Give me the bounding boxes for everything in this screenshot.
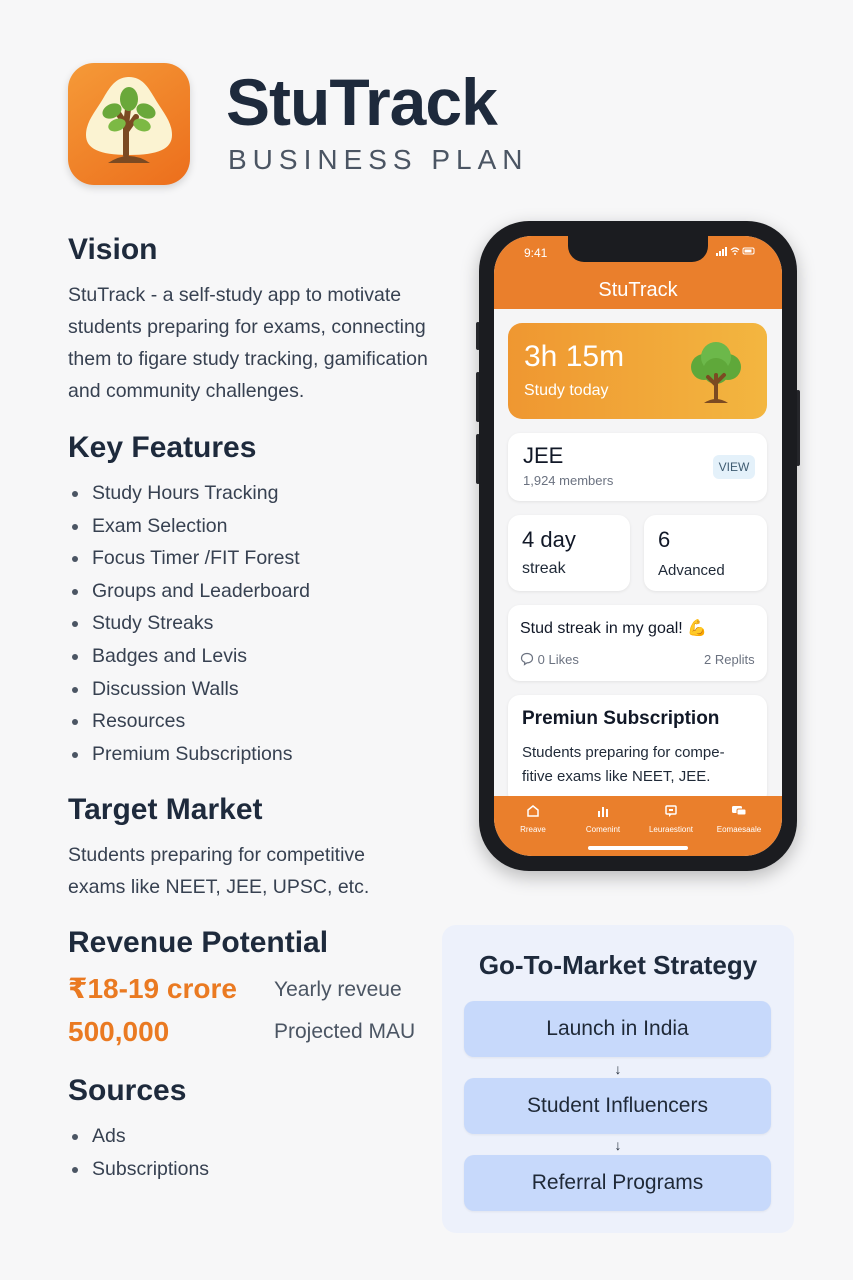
list-item: Study Streaks xyxy=(68,607,310,640)
phone-notch xyxy=(568,236,708,262)
target-line: Students preparing for competitive xyxy=(68,844,365,866)
list-item: Subscriptions xyxy=(68,1153,209,1186)
list-item: Badges and Levis xyxy=(68,640,310,673)
chat-icon xyxy=(706,804,772,821)
gtm-step-referral: Referral Programs xyxy=(464,1155,771,1211)
vision-line: students preparing for exams, connecting xyxy=(68,316,426,338)
vision-line: StuTrack - a self-study app to motivate xyxy=(68,284,402,306)
list-item: Exam Selection xyxy=(68,510,310,543)
advanced-card[interactable]: 6 Advanced xyxy=(644,515,767,591)
status-icons xyxy=(716,246,756,259)
target-market-heading: Target Market xyxy=(68,793,263,826)
list-item: Resources xyxy=(68,705,310,738)
post-likes[interactable]: 0 Likes xyxy=(520,652,579,668)
tab-label: Comenint xyxy=(585,825,621,834)
tab-label: Leuraestiont xyxy=(648,825,694,834)
premium-line: fitive exams like NEET, JEE. xyxy=(522,768,711,785)
advanced-number: 6 xyxy=(658,527,671,552)
post-card[interactable]: Stud streak in my goal! 💪 0 Likes 2 Repl… xyxy=(508,605,767,681)
list-item: Premium Subscriptions xyxy=(68,738,310,771)
mau-label: Projected MAU xyxy=(274,1020,416,1043)
view-button[interactable]: VIEW xyxy=(713,455,755,479)
study-today-card[interactable]: 3h 15m Study today xyxy=(508,323,767,419)
revenue-value: ₹18-19 crore xyxy=(68,973,237,1004)
tree-icon xyxy=(691,342,741,403)
status-time: 9:41 xyxy=(524,246,548,260)
gtm-heading: Go-To-Market Strategy xyxy=(478,950,758,980)
revenue-heading: Revenue Potential xyxy=(68,926,329,959)
phone-screen: 9:41 StuTrack 3h 15m Study today JEE 1,9… xyxy=(494,236,782,856)
vision-line: them to figare study tracking, gamificat… xyxy=(68,348,428,370)
streak-label: streak xyxy=(522,560,566,577)
post-text: Stud streak in my goal! 💪 xyxy=(520,620,708,637)
premium-card[interactable]: Premiun Subscription Students preparing … xyxy=(508,695,767,805)
study-time: 3h 15m xyxy=(524,340,625,373)
tab-home[interactable]: Rreave xyxy=(500,796,566,835)
group-members: 1,924 members xyxy=(523,473,614,488)
target-line: exams like NEET, JEE, UPSC, etc. xyxy=(68,876,370,898)
features-list: Study Hours Tracking Exam Selection Focu… xyxy=(68,477,310,770)
premium-line: Students preparing for compe- xyxy=(522,744,725,761)
message-icon xyxy=(638,804,704,821)
down-arrow-icon: ↓ xyxy=(614,1061,622,1077)
list-item: Ads xyxy=(68,1120,209,1153)
study-label: Study today xyxy=(524,382,609,399)
chart-icon xyxy=(570,804,636,821)
signal-icon xyxy=(716,247,755,256)
revenue-label: Yearly reveue xyxy=(274,978,402,1001)
tab-label: Eomaesaale xyxy=(716,825,762,834)
mau-value: 500,000 xyxy=(68,1016,170,1047)
vision-heading: Vision xyxy=(68,233,158,266)
likes-count: 0 Likes xyxy=(537,652,579,667)
home-icon xyxy=(500,804,566,821)
comment-icon xyxy=(520,652,534,666)
streak-number: 4 day xyxy=(522,527,576,552)
group-title: JEE xyxy=(523,443,564,468)
tree-icon xyxy=(86,77,172,163)
premium-title: Premiun Subscription xyxy=(522,708,720,729)
app-logo xyxy=(68,63,190,185)
group-card[interactable]: JEE 1,924 members VIEW xyxy=(508,433,767,501)
brand-subtitle: BUSINESS PLAN xyxy=(228,144,529,175)
advanced-label: Advanced xyxy=(658,562,725,579)
app-title: StuTrack xyxy=(598,279,678,301)
list-item: Groups and Leaderboard xyxy=(68,575,310,608)
list-item: Focus Timer /FIT Forest xyxy=(68,542,310,575)
sources-heading: Sources xyxy=(68,1074,187,1107)
post-replies[interactable]: 2 Replits xyxy=(704,652,755,668)
premium-text: Students preparing for compe- fitive exa… xyxy=(522,741,762,789)
brand-title: StuTrack xyxy=(226,65,498,139)
vision-text: StuTrack - a self-study app to motivate … xyxy=(68,279,428,407)
list-item: Study Hours Tracking xyxy=(68,477,310,510)
home-indicator[interactable] xyxy=(588,846,688,850)
tab-label: Rreave xyxy=(520,825,546,834)
gtm-step-launch: Launch in India xyxy=(464,1001,771,1057)
gtm-step-influencers: Student Influencers xyxy=(464,1078,771,1134)
vision-line: and community challenges. xyxy=(68,380,305,402)
sources-list: Ads Subscriptions xyxy=(68,1120,209,1185)
list-item: Discussion Walls xyxy=(68,673,310,706)
features-heading: Key Features xyxy=(68,431,257,464)
tab-community[interactable]: Comenint xyxy=(570,796,636,835)
down-arrow-icon: ↓ xyxy=(614,1137,622,1153)
target-market-text: Students preparing for competitive exams… xyxy=(68,839,369,903)
tab-leaderboard[interactable]: Leuraestiont xyxy=(638,796,704,835)
gtm-panel: Go-To-Market Strategy Launch in India ↓ … xyxy=(442,925,794,1233)
streak-card[interactable]: 4 day streak xyxy=(508,515,630,591)
tab-messages[interactable]: Eomaesaale xyxy=(706,796,772,835)
